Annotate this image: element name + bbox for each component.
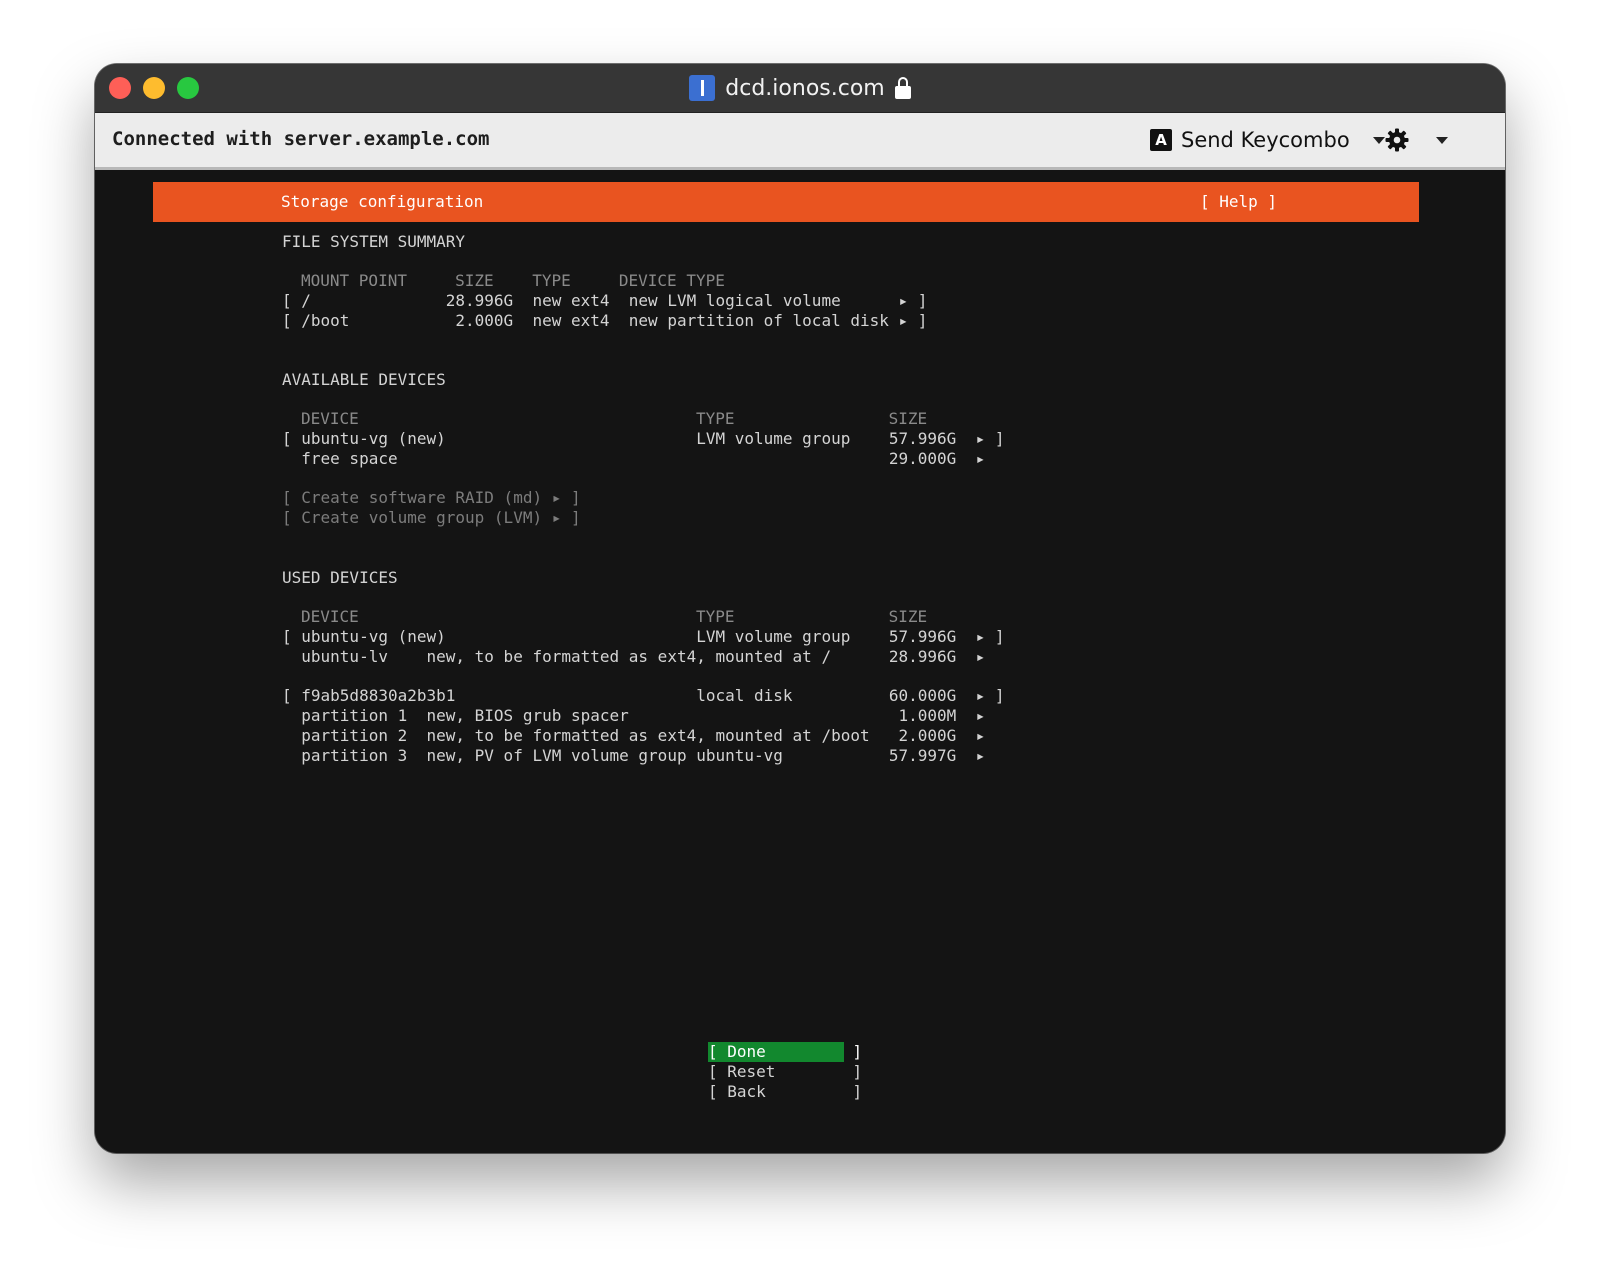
device-row[interactable]: [ f9ab5d8830a2b3b1 local disk 60.000G ▸ … [282,686,1004,706]
gear-icon[interactable] [1385,128,1409,152]
console-screen[interactable]: Storage configuration [ Help ] FILE SYST… [95,170,1505,1153]
title-bar: dcd.ionos.com [95,64,1505,113]
keyboard-icon: A [1150,129,1172,151]
send-keycombo-button[interactable]: A Send Keycombo [1150,125,1385,155]
back-button[interactable]: [ Back ] [708,1082,862,1102]
section-heading: USED DEVICES [282,568,398,587]
filesystem-row[interactable]: [ /boot 2.000G new ext4 new partition of… [282,311,927,331]
console-toolbar: Connected with server.example.com A Send… [95,113,1505,170]
send-keycombo-label: Send Keycombo [1181,128,1350,152]
chevron-down-icon [1372,136,1385,144]
filesystem-row[interactable]: [ / 28.996G new ext4 new LVM logical vol… [282,291,927,311]
connection-status: Connected with server.example.com [112,128,490,150]
url-display: dcd.ionos.com [95,64,1505,112]
device-row[interactable]: partition 3 new, PV of LVM volume group … [282,746,985,766]
device-row[interactable]: partition 1 new, BIOS grub spacer 1.000M… [282,706,985,726]
installer-header: Storage configuration [ Help ] [153,182,1419,222]
device-row[interactable]: ubuntu-lv new, to be formatted as ext4, … [282,647,985,667]
column-headers: DEVICE TYPE SIZE [301,409,928,428]
device-row[interactable]: [ ubuntu-vg (new) LVM volume group 57.99… [282,627,1004,647]
browser-window: dcd.ionos.com Connected with server.exam… [95,64,1505,1153]
create-volume-group-action: [ Create volume group (LVM) ▸ ] [282,508,581,527]
lock-icon [894,77,911,99]
reset-button[interactable]: [ Reset ] [708,1062,862,1082]
section-heading: FILE SYSTEM SUMMARY [282,232,466,251]
column-headers: MOUNT POINT SIZE TYPE DEVICE TYPE [301,271,725,290]
device-row[interactable]: free space 29.000G ▸ [282,449,985,469]
section-heading: AVAILABLE DEVICES [282,370,446,389]
device-row[interactable]: [ ubuntu-vg (new) LVM volume group 57.99… [282,429,1004,449]
site-favicon-icon [689,75,716,101]
create-raid-action: [ Create software RAID (md) ▸ ] [282,488,581,507]
header-title: Storage configuration [281,192,484,211]
help-button[interactable]: [ Help ] [1200,192,1277,211]
done-button[interactable]: [ Done ] [708,1042,862,1062]
settings-menu-chevron-icon[interactable] [1436,137,1448,144]
device-row[interactable]: partition 2 new, to be formatted as ext4… [282,726,985,746]
column-headers: DEVICE TYPE SIZE [301,607,928,626]
url-text: dcd.ionos.com [725,75,885,101]
